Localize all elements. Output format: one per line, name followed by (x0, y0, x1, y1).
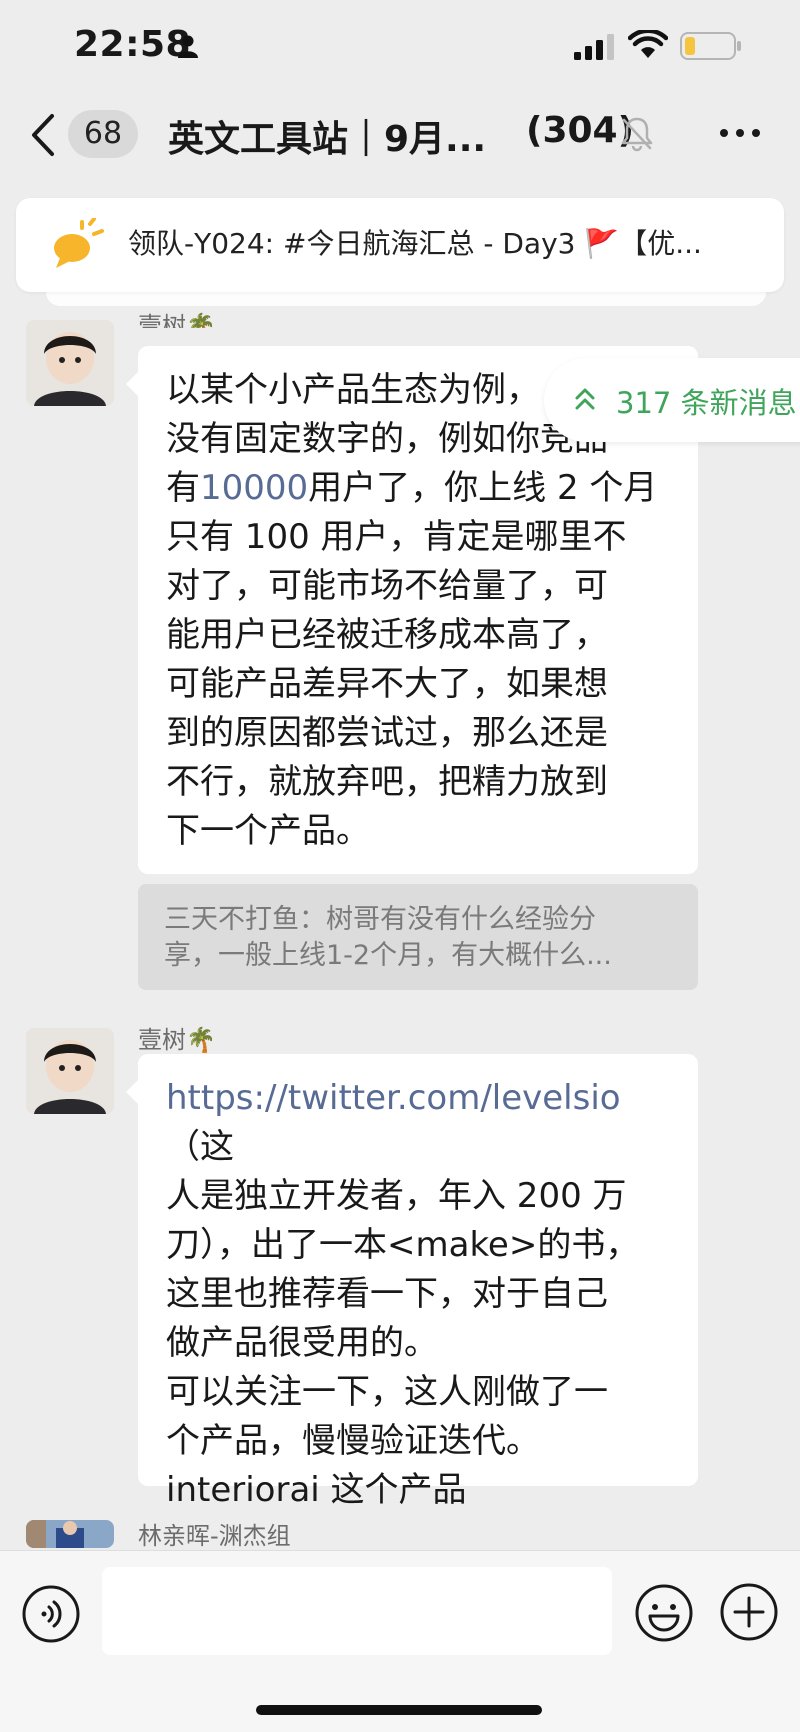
member-count: (304) (526, 110, 635, 151)
message-line: 有10000用户了，你上线 2 个月 (166, 464, 672, 513)
pinned-notice-text: 领队-Y024: #今日航海汇总 - Day3 🚩【优... (128, 227, 702, 260)
quote-line: 享，一般上线1-2个月，有大概什么... (164, 940, 612, 971)
person-icon (178, 35, 198, 58)
message-input[interactable] (102, 1567, 612, 1655)
plus-icon[interactable] (720, 1583, 778, 1641)
message-link[interactable]: https://twitter.com/levelsio (166, 1078, 621, 1118)
battery-icon (680, 32, 741, 60)
message-line: 下一个产品。 (166, 807, 672, 856)
message-text-span: 下一个产品。 (166, 811, 370, 851)
quoted-reply[interactable]: 三天不打鱼：树哥有没有什么经验分 享，一般上线1-2个月，有大概什么... (138, 884, 698, 990)
new-messages-button[interactable]: 317 条新消息 (544, 358, 800, 442)
message-bubble[interactable]: https://twitter.com/levelsio （这人是独立开发者，年入… (126, 1054, 698, 1510)
message-line: 人是独立开发者，年入 200 万 (166, 1172, 672, 1221)
message-line: 可以关注一下，这人刚做了一 (166, 1368, 672, 1417)
message-text-span: 人是独立开发者，年入 200 万 (166, 1176, 627, 1216)
message-text-span: 个产品，慢慢验证迭代。 (166, 1421, 540, 1461)
message-text-span: 有 (166, 468, 200, 508)
message-text-span: 这里也推荐看一下，对于自己 (166, 1274, 608, 1314)
message-text-span: 不行，就放弃吧，把精力放到 (166, 762, 608, 802)
sender-name: 壹树🌴 (138, 312, 216, 328)
message-text-span: 以某个小产品生态为例， (166, 370, 540, 410)
message-text-span: 对了，可能市场不给量了，可 (166, 566, 608, 606)
message-text-span: interiorai 这个产品 (166, 1470, 467, 1510)
message-text: https://twitter.com/levelsio （这人是独立开发者，年入… (166, 1074, 672, 1515)
message-line: 可能产品差异不大了，如果想 (166, 660, 672, 709)
status-time: 22:58 (74, 24, 192, 65)
message-text-span: 用户了，你上线 2 个月 (308, 468, 658, 508)
message-text-span: 到的原因都尝试过，那么还是 (166, 713, 608, 753)
signal-icon (574, 34, 614, 60)
sender-name: 壹树🌴 (138, 1026, 216, 1054)
message-line: 做产品很受用的。 (166, 1319, 672, 1368)
message-text-span: （这 (166, 1127, 234, 1167)
double-chevron-up-icon (575, 388, 595, 410)
message-text-span: 能用户已经被迁移成本高了， (166, 615, 608, 655)
avatar[interactable] (26, 320, 114, 406)
emoji-icon[interactable] (634, 1583, 694, 1643)
more-icon[interactable] (716, 118, 764, 148)
chat-title[interactable]: 英文工具站｜9月... (168, 110, 486, 162)
message-line: interiorai 这个产品 (166, 1466, 672, 1515)
message-line: 这里也推荐看一下，对于自己 (166, 1270, 672, 1319)
mute-bell-icon (621, 117, 653, 152)
unread-count-badge[interactable]: 68 (68, 110, 138, 158)
message-text-span: 没有固定数字的，例如你竞品 (166, 419, 608, 459)
new-messages-label: 317 条新消息 (616, 386, 797, 420)
status-bar: 22:58 (0, 0, 800, 96)
announcement-icon (54, 218, 104, 268)
message-line: https://twitter.com/levelsio （这 (166, 1074, 672, 1172)
pinned-notice-stack (46, 290, 766, 306)
back-icon[interactable] (28, 112, 58, 158)
input-bar (0, 1550, 800, 1732)
message-text-span: 刀），出了一本<make>的书， (166, 1225, 640, 1265)
quote-line: 三天不打鱼：树哥有没有什么经验分 (164, 904, 596, 935)
message-text-span: 可能产品差异不大了，如果想 (166, 664, 608, 704)
message-text-span: 可以关注一下，这人刚做了一 (166, 1372, 608, 1412)
home-indicator (256, 1705, 542, 1715)
avatar[interactable] (26, 1520, 114, 1548)
message-line: 不行，就放弃吧，把精力放到 (166, 758, 672, 807)
voice-icon[interactable] (22, 1585, 80, 1643)
message-text-span: 只有 100 用户，肯定是哪里不 (166, 517, 627, 557)
pinned-notice[interactable]: 领队-Y024: #今日航海汇总 - Day3 🚩【优... (16, 198, 784, 292)
message-line: 到的原因都尝试过，那么还是 (166, 709, 672, 758)
message-link[interactable]: 10000 (200, 468, 308, 508)
message-line: 个产品，慢慢验证迭代。 (166, 1417, 672, 1466)
message-line: 对了，可能市场不给量了，可 (166, 562, 672, 611)
wifi-icon (628, 30, 668, 58)
message-text-span: 做产品很受用的。 (166, 1323, 438, 1363)
sender-name: 林亲晖-渊杰组 (138, 1522, 291, 1550)
avatar[interactable] (26, 1028, 114, 1114)
chat-header: 68 英文工具站｜9月... (304) (0, 96, 800, 176)
message-line: 能用户已经被迁移成本高了， (166, 611, 672, 660)
message-line: 只有 100 用户，肯定是哪里不 (166, 513, 672, 562)
message-line: 刀），出了一本<make>的书， (166, 1221, 672, 1270)
